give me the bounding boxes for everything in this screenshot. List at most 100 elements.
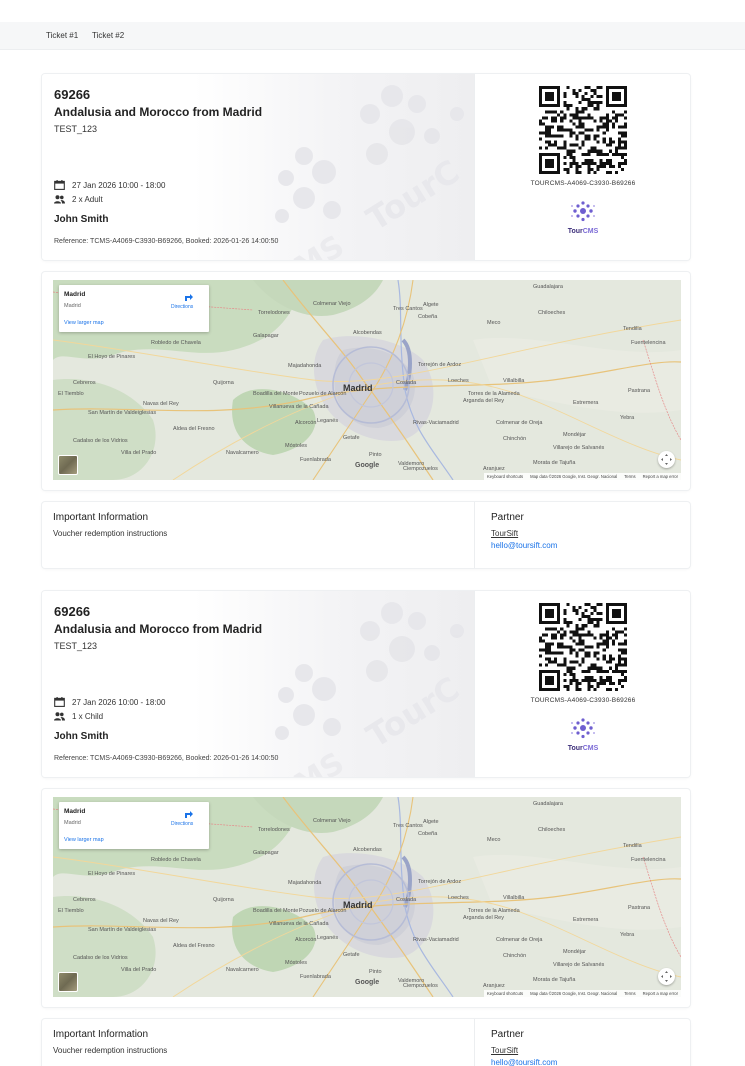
partner-name-link[interactable]: TourSift [491,1046,518,1055]
tourcms-logo-text: TourCMS [567,228,599,235]
map-attribution: Keyboard shortcuts Map data ©2026 Google… [484,473,681,480]
map-place-label: Galapagar [253,850,279,856]
map-place-label: Tendilla [623,843,642,849]
map-place-label: Torres de la Alameda [468,391,520,397]
map-city-label: Madrid [343,900,373,910]
view-larger-map-link[interactable]: View larger map [64,320,104,326]
map-place-label: Cadalso de los Vidrios [73,438,128,444]
customer-name: John Smith [54,214,109,225]
directions-icon[interactable] [173,291,203,303]
map-place-label: Pastrana [628,905,651,911]
ticket-header-card: TourC CMS 69266 Andalusia and Morocco fr… [42,74,690,260]
partner-title: Partner [491,512,524,523]
map-data-credit: Map data ©2026 Google, Inst. Geogr. Naci… [530,474,618,479]
tour-pax: 2 x Adult [72,195,103,204]
people-icon [54,712,65,721]
map-place-label: Aranjuez [483,466,505,472]
map-place-label: Navas del Rey [143,401,179,407]
tab-ticket-1[interactable]: Ticket #1 [46,31,78,40]
partner-info: Partner TourSift hello@toursift.com [474,1019,690,1066]
map-place-label: Navalcarnero [226,450,259,456]
qr-code [539,86,627,174]
map-place-label: Fuentelencina [631,857,666,863]
map-place-label: Meco [487,837,501,843]
partner-email-link[interactable]: hello@toursift.com [491,541,557,550]
important-info-title: Important Information [53,1029,149,1040]
map-place-label: Alcorcón [295,937,317,943]
partner-email-link[interactable]: hello@toursift.com [491,1058,557,1066]
map-place-label: Villarejo de Salvanés [553,445,605,451]
map-place-label: Algete [423,819,439,825]
map-place-label: Tres Cantos [393,306,423,312]
important-information: Important Information Voucher redemption… [42,502,474,568]
map-place-label: Navas del Rey [143,918,179,924]
map-place-label: Cebreros [73,897,96,903]
partner-name-link[interactable]: TourSift [491,529,518,538]
map-info-subtitle: Madrid [64,303,81,309]
map-place-label: Chiloeches [538,310,566,316]
map-satellite-toggle[interactable] [58,972,78,992]
map-info-box: Madrid Madrid View larger map Directions [59,802,209,849]
embedded-map[interactable]: Alcobendas Torrejón de Ardoz Coslada Getafe… [53,280,681,480]
map-place-label: Torrejón de Ardoz [418,362,462,368]
tour-id: 69266 [54,87,91,102]
google-logo: Google [355,462,380,469]
map-place-label: El Tiemblo [58,908,84,914]
ticket-qr-panel: TOURCMS-A4069-C3930-B69266 TourCMS [474,591,690,777]
tour-date: 27 Jan 2026 10:00 - 18:00 [72,180,166,190]
map-info-title: Madrid [64,291,86,298]
directions-link[interactable]: Directions [171,821,193,827]
map-camera-control[interactable] [658,451,675,468]
booking-reference: Reference: TCMS-A4069-C3930-B69266, Book… [54,755,279,762]
ticket-tabs: Ticket #1 Ticket #2 [0,22,745,50]
tour-pax: 1 x Child [72,712,104,721]
map-place-label: San Martín de Valdeiglesias [88,410,157,416]
directions-link[interactable]: Directions [171,304,193,310]
map-place-label: Aldea del Fresno [173,426,215,432]
tab-ticket-2[interactable]: Ticket #2 [92,31,124,40]
map-report-error-link[interactable]: Report a map error [643,474,678,479]
map-place-label: Móstoles [285,443,308,449]
embedded-map[interactable]: Alcobendas Torrejón de Ardoz Coslada Getafe… [53,797,681,997]
map-place-label: Meco [487,320,501,326]
map-place-label: Villa del Prado [121,967,157,973]
directions-icon[interactable] [173,808,203,820]
map-place-label: Robledo de Chavela [151,340,201,346]
view-larger-map-link[interactable]: View larger map [64,837,104,843]
ticket-details: TourC CMS 69266 Andalusia and Morocco fr… [42,591,474,777]
map-place-label: Rivas-Vaciamadrid [413,937,459,943]
map-place-label: Pinto [369,969,382,975]
map-terms-link[interactable]: Terms [624,474,635,479]
map-place-label: Leganés [317,418,339,424]
map-place-label: Arganda del Rey [463,398,504,404]
map-keyboard-shortcuts[interactable]: Keyboard shortcuts [487,991,523,996]
qr-code-text: TOURCMS-A4069-C3930-B69266 [530,697,636,704]
customer-name: John Smith [54,731,109,742]
map-place-label: Villanueva de la Cañada [269,921,329,927]
map-place-label: Villa del Prado [121,450,157,456]
map-terms-link[interactable]: Terms [624,991,635,996]
watermark-logo: TourC CMS [270,85,466,260]
tour-pax-row: 1 x Child [54,712,103,721]
map-place-label: Móstoles [285,960,308,966]
map-place-label: Pozuelo de Alarcón [299,908,347,914]
map-place-label: Majadahonda [288,363,322,369]
map-place-label: Fuenlabrada [300,457,331,463]
map-info-subtitle: Madrid [64,820,81,826]
map-report-error-link[interactable]: Report a map error [643,991,678,996]
map-place-label: Majadahonda [288,880,322,886]
map-keyboard-shortcuts[interactable]: Keyboard shortcuts [487,474,523,479]
watermark-logo: TourC CMS [270,602,466,777]
map-place-label: Colmenar Viejo [313,301,351,307]
map-satellite-toggle[interactable] [58,455,78,475]
map-place-label: Pinto [369,452,382,458]
tour-date: 27 Jan 2026 10:00 - 18:00 [72,697,166,707]
map-place-label: Colmenar Viejo [313,818,351,824]
map-place-label: Robledo de Chavela [151,857,201,863]
tour-date-row: 27 Jan 2026 10:00 - 18:00 [54,180,165,190]
svg-text:CMS: CMS [270,746,351,777]
map-camera-control[interactable] [658,968,675,985]
map-place-label: Quijorna [213,897,234,903]
ticket-details: TourC CMS 69266 Andalusia and Morocco fr… [42,74,474,260]
map-place-label: Fuentelencina [631,340,666,346]
